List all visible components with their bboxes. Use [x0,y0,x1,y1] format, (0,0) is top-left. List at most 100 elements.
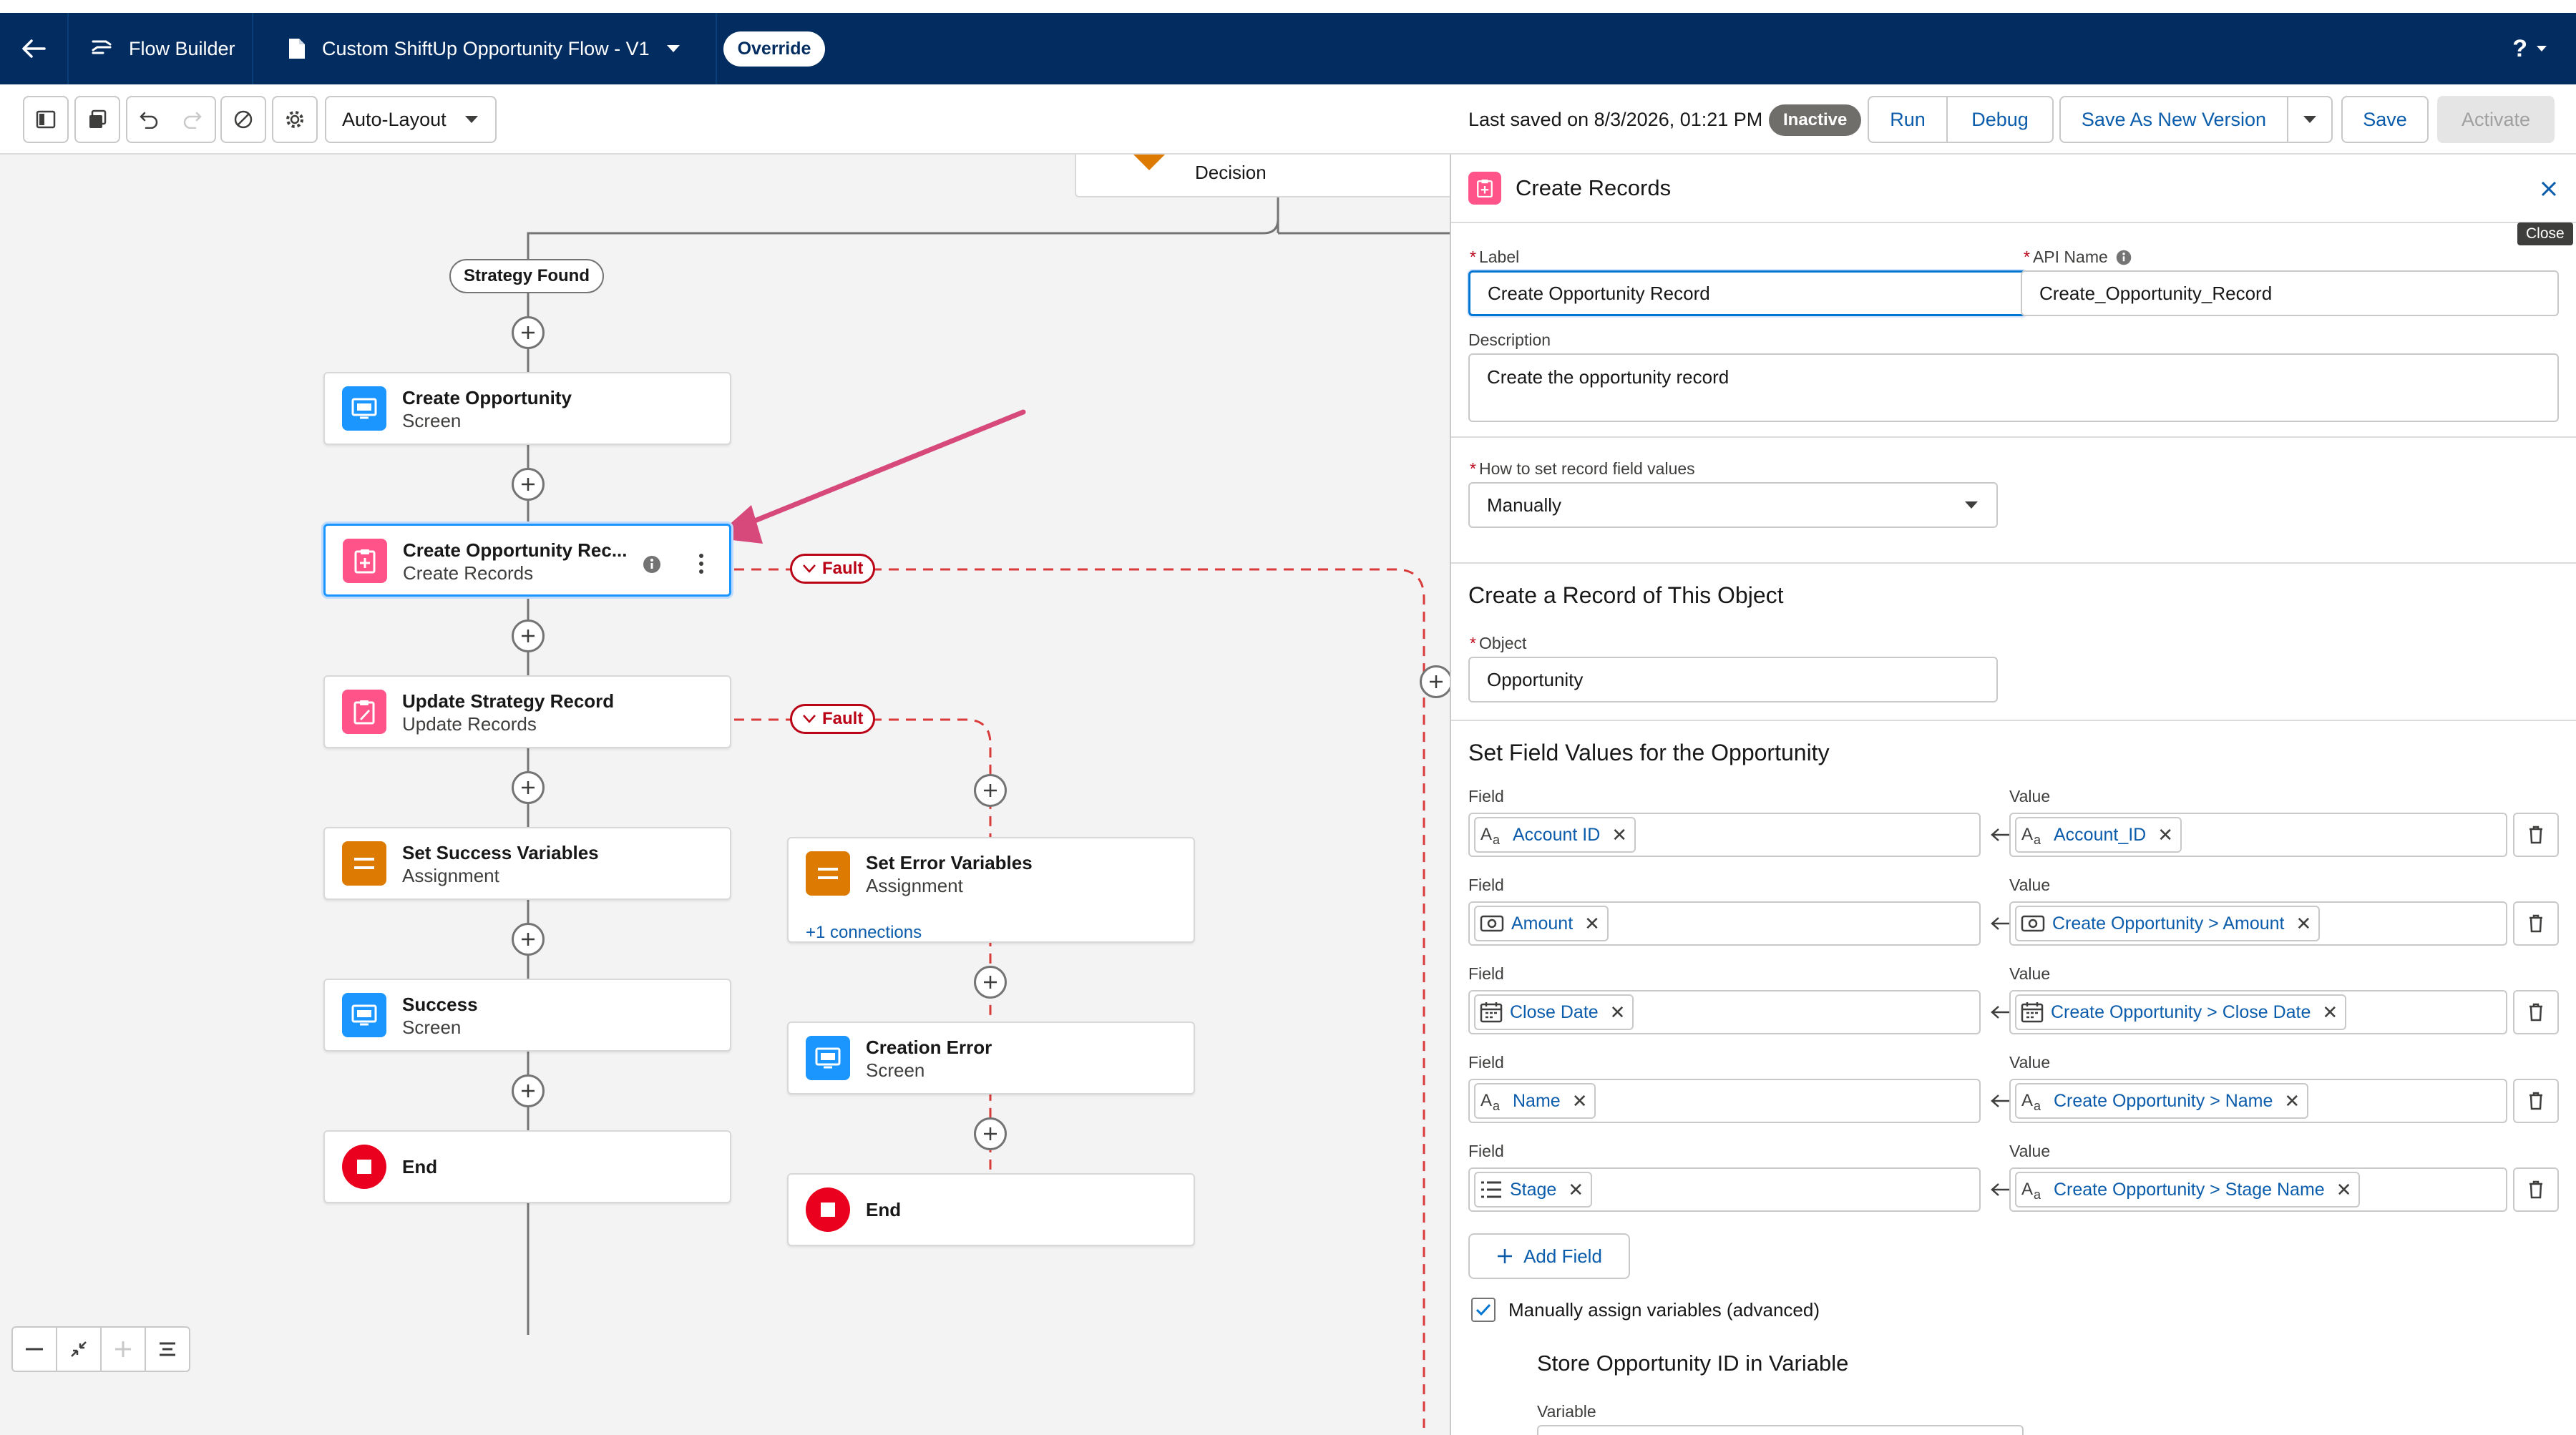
delete-row-button[interactable] [2513,990,2559,1034]
node-end[interactable]: End [787,1173,1195,1246]
value-picker[interactable]: Aa Account_ID ✕ [2009,813,2507,857]
field-token[interactable]: Stage ✕ [1474,1172,1593,1208]
variable-input[interactable] [1537,1425,2024,1435]
node-update-strategy-record[interactable]: Update Strategy Record Update Records [323,675,731,748]
decision-node[interactable]: Decision [1075,155,1450,197]
object-input[interactable]: Opportunity [1468,657,1998,702]
value-picker[interactable]: Aa Create Opportunity > Name ✕ [2009,1079,2507,1123]
connections-link[interactable]: +1 connections [806,923,922,943]
undo-button[interactable] [126,96,172,143]
toggle-toolbox-button[interactable] [23,96,69,143]
activate-button[interactable]: Activate [2437,96,2555,143]
value-token[interactable]: Aa Account_ID ✕ [2015,817,2182,853]
add-element-button[interactable] [512,316,545,349]
close-panel-button[interactable] [2534,175,2563,203]
add-element-button[interactable] [512,771,545,804]
save-options-button[interactable] [2287,96,2333,143]
value-token[interactable]: Create Opportunity > Amount ✕ [2015,906,2321,941]
fit-view-button[interactable] [56,1326,102,1372]
flow-canvas[interactable]: Decision Strategy Found Fault Fault Crea… [0,155,1450,1435]
add-element-button[interactable] [974,966,1007,999]
fault-connector-label[interactable]: Fault [790,704,876,734]
redo-icon [183,112,202,129]
debug-button[interactable]: Debug [1946,96,2054,143]
field-picker[interactable]: Close Date ✕ [1468,990,1981,1034]
node-set-error-variables[interactable]: Set Error Variables Assignment +1 connect… [787,837,1195,943]
plus-icon [522,1084,535,1097]
api-name-input[interactable]: Create_Opportunity_Record [2021,270,2559,316]
how-to-set-select[interactable]: Manually [1468,482,1998,528]
layout-mode-select[interactable]: Auto-Layout [325,96,497,143]
label-input[interactable]: Create Opportunity Record [1468,270,2026,316]
field-picker[interactable]: Aa Name ✕ [1468,1079,1981,1123]
chevron-down-icon [465,116,478,123]
node-type: Assignment [402,865,499,886]
svg-text:A: A [2021,1180,2033,1199]
value-token[interactable]: Create Opportunity > Close Date ✕ [2015,994,2347,1030]
node-set-success-variables[interactable]: Set Success Variables Assignment [323,827,731,900]
add-element-button[interactable] [974,1117,1007,1150]
trash-icon [2529,826,2542,844]
trash-icon [2529,1180,2542,1199]
view-properties-button[interactable] [74,96,120,143]
add-element-button[interactable] [512,923,545,956]
field-picker[interactable]: Aa Account ID ✕ [1468,813,1981,857]
field-picker[interactable]: Amount ✕ [1468,901,1981,946]
delete-row-button[interactable] [2513,813,2559,857]
assignment-icon [342,841,386,886]
picklist-icon [1481,1181,1501,1198]
zoom-out-button[interactable] [11,1326,57,1372]
field-picker[interactable]: Stage ✕ [1468,1167,1981,1212]
svg-text:A: A [1480,825,1492,844]
back-button[interactable] [0,13,69,84]
field-token[interactable]: Close Date ✕ [1474,994,1634,1030]
node-create-opportunity-screen[interactable]: Create Opportunity Screen [323,372,731,445]
save-as-new-version-button[interactable]: Save As New Version [2059,96,2288,143]
svg-text:a: a [1493,833,1501,847]
override-badge[interactable]: Override [723,31,826,67]
settings-button[interactable] [272,96,318,143]
remove-icon: ✕ [1568,1178,1584,1200]
layout-mode-value: Auto-Layout [342,108,447,130]
value-picker[interactable]: Create Opportunity > Close Date ✕ [2009,990,2507,1034]
add-element-button[interactable] [512,1074,545,1107]
node-create-opportunity-record[interactable]: Create Opportunity Rec... Create Records [323,524,731,597]
field-column-label: Field [1468,964,1504,983]
zoom-in-button[interactable] [100,1326,146,1372]
node-success-screen[interactable]: Success Screen [323,979,731,1052]
add-element-button[interactable] [1420,665,1450,698]
node-end[interactable]: End [323,1130,731,1203]
help-menu[interactable]: ? [2512,13,2547,84]
field-token[interactable]: Aa Name ✕ [1474,1083,1596,1119]
node-creation-error-screen[interactable]: Creation Error Screen [787,1022,1195,1094]
flow-name-menu[interactable]: Custom ShiftUp Opportunity Flow - V1 [253,13,717,84]
connector-lines [527,189,1450,1428]
value-picker[interactable]: Aa Create Opportunity > Stage Name ✕ [2009,1167,2507,1212]
errors-button[interactable] [220,96,266,143]
redo-button[interactable] [170,96,216,143]
field-column-label: Field [1468,1053,1504,1072]
value-picker[interactable]: Create Opportunity > Amount ✕ [2009,901,2507,946]
delete-row-button[interactable] [2513,1167,2559,1212]
add-field-button[interactable]: Add Field [1468,1233,1630,1279]
add-element-button[interactable] [512,619,545,652]
trash-icon [2529,914,2542,933]
delete-row-button[interactable] [2513,1079,2559,1123]
manual-assign-checkbox[interactable] [1471,1298,1496,1322]
field-token[interactable]: Amount ✕ [1474,906,1609,941]
trash-icon [2529,1092,2542,1110]
fault-connector-label[interactable]: Fault [790,554,876,584]
svg-text:a: a [2034,1099,2041,1113]
decision-icon [1133,155,1165,170]
delete-row-button[interactable] [2513,901,2559,946]
add-element-button[interactable] [512,468,545,501]
field-token[interactable]: Aa Account ID ✕ [1474,817,1636,853]
save-button[interactable]: Save [2341,96,2429,143]
value-token[interactable]: Aa Create Opportunity > Stage Name ✕ [2015,1172,2361,1208]
value-token[interactable]: Aa Create Opportunity > Name ✕ [2015,1083,2309,1119]
run-button[interactable]: Run [1868,96,1948,143]
add-element-button[interactable] [974,774,1007,807]
collapse-all-button[interactable] [145,1326,190,1372]
description-textarea[interactable]: Create the opportunity record [1468,353,2559,422]
outcome-label[interactable]: Strategy Found [449,259,605,293]
